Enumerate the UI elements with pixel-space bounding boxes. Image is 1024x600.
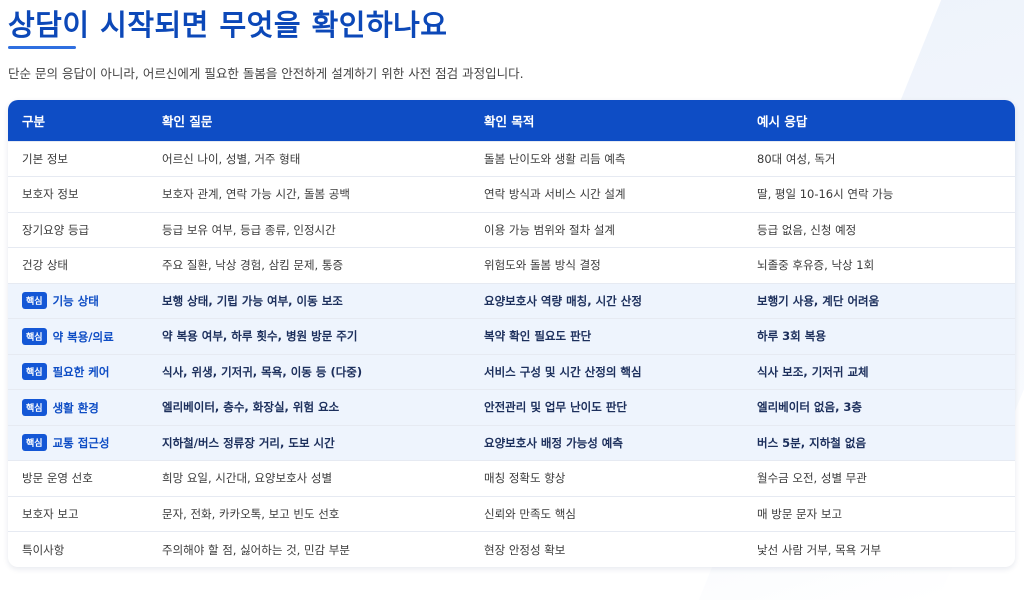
- row-purpose: 위험도와 돌봄 방식 결정: [484, 258, 601, 273]
- page-title: 상담이 시작되면 무엇을 확인하나요: [8, 8, 448, 42]
- row-category-label: 기능 상태: [52, 294, 99, 309]
- row-purpose: 연락 방식과 서비스 시간 설계: [484, 187, 626, 202]
- row-example: 등급 없음, 신청 예정: [757, 222, 857, 237]
- table-row: 보호자 보고 문자, 전화, 카카오톡, 보고 빈도 선호 신뢰와 만족도 핵심 매 …: [8, 496, 1015, 532]
- row-example: 식사 보조, 기저귀 교체: [757, 364, 869, 379]
- row-example: 80대 여성, 독거: [757, 151, 836, 166]
- row-example: 보행기 사용, 계단 어려움: [757, 293, 880, 308]
- row-category-label: 약 복용/의료: [52, 329, 114, 344]
- row-category: 핵심 약 복용/의료: [8, 319, 148, 355]
- table-row: 특이사항 주의해야 할 점, 싫어하는 것, 민감 부분 현장 안정성 확보 낯선 사…: [8, 531, 1015, 568]
- row-question: 등급 보유 여부, 등급 종류, 인정시간: [162, 222, 336, 237]
- row-purpose: 신뢰와 만족도 핵심: [484, 506, 576, 521]
- row-purpose: 요양보호사 배정 가능성 예측: [484, 435, 623, 450]
- row-question: 엘리베이터, 층수, 화장실, 위험 요소: [162, 400, 340, 415]
- row-category: 장기요양 등급: [8, 212, 148, 248]
- row-category-label: 보호자 보고: [22, 506, 79, 521]
- row-example: 뇌졸중 후유증, 낙상 1회: [757, 258, 875, 273]
- row-category-label: 방문 운영 선호: [22, 471, 93, 486]
- row-category: 건강 상태: [8, 248, 148, 284]
- row-question: 주의해야 할 점, 싫어하는 것, 민감 부분: [162, 542, 350, 557]
- row-purpose: 서비스 구성 및 시간 산정의 핵심: [484, 364, 642, 379]
- row-category: 방문 운영 선호: [8, 461, 148, 497]
- header-example: 예시 응답: [757, 113, 808, 129]
- row-question: 약 복용 여부, 하루 횟수, 병원 방문 주기: [162, 329, 358, 344]
- table-row: 장기요양 등급 등급 보유 여부, 등급 종류, 인정시간 이용 가능 범위와 절차…: [8, 212, 1015, 248]
- row-example: 낯선 사람 거부, 목욕 거부: [757, 542, 882, 557]
- row-purpose: 현장 안정성 확보: [484, 542, 566, 557]
- row-question: 주요 질환, 낙상 경험, 삼킴 문제, 통증: [162, 258, 344, 273]
- table-row: 기본 정보 어르신 나이, 성별, 거주 형태 돌봄 난이도와 생활 리듬 예측 80…: [8, 141, 1015, 177]
- table-row: 핵심 교통 접근성 지하철/버스 정류장 거리, 도보 시간 요양보호사 배정 가능성…: [8, 425, 1015, 461]
- row-purpose: 이용 가능 범위와 절차 설계: [484, 222, 616, 237]
- row-category: 핵심 생활 환경: [8, 390, 148, 426]
- row-purpose: 복약 확인 필요도 판단: [484, 329, 592, 344]
- core-badge: 핵심: [22, 434, 47, 452]
- row-question: 어르신 나이, 성별, 거주 형태: [162, 151, 301, 166]
- row-question: 보행 상태, 기립 가능 여부, 이동 보조: [162, 293, 343, 308]
- table-row: 건강 상태 주요 질환, 낙상 경험, 삼킴 문제, 통증 위험도와 돌봄 방식 결…: [8, 247, 1015, 284]
- page-subtitle: 단순 문의 응답이 아니라, 어르신에게 필요한 돌봄을 안전하게 설계하기 위…: [8, 66, 524, 81]
- row-question: 지하철/버스 정류장 거리, 도보 시간: [162, 435, 335, 450]
- core-badge: 핵심: [22, 363, 47, 381]
- row-category-label: 필요한 케어: [52, 365, 110, 380]
- row-purpose: 돌봄 난이도와 생활 리듬 예측: [484, 151, 626, 166]
- table-row: 보호자 정보 보호자 관계, 연락 가능 시간, 돌봄 공백 연락 방식과 서비스 …: [8, 176, 1015, 213]
- row-category-label: 생활 환경: [52, 400, 99, 415]
- row-question: 식사, 위생, 기저귀, 목욕, 이동 등 (다중): [162, 364, 363, 379]
- row-question: 보호자 관계, 연락 가능 시간, 돌봄 공백: [162, 187, 350, 202]
- row-example: 월수금 오전, 성별 무관: [757, 471, 867, 486]
- header-question: 확인 질문: [162, 113, 213, 129]
- row-category: 보호자 보고: [8, 496, 148, 532]
- core-badge: 핵심: [22, 398, 47, 416]
- row-example: 엘리베이터 없음, 3층: [757, 400, 863, 415]
- row-purpose: 매칭 정확도 향상: [484, 471, 566, 486]
- row-category: 핵심 기능 상태: [8, 283, 148, 319]
- row-category: 보호자 정보: [8, 177, 148, 213]
- table-body: 기본 정보 어르신 나이, 성별, 거주 형태 돌봄 난이도와 생활 리듬 예측 80…: [8, 141, 1015, 567]
- row-example: 버스 5분, 지하철 없음: [757, 435, 867, 450]
- core-badge: 핵심: [22, 327, 47, 345]
- row-purpose: 안전관리 및 업무 난이도 판단: [484, 400, 627, 415]
- row-category: 기본 정보: [8, 141, 148, 177]
- table-row: 방문 운영 선호 희망 요일, 시간대, 요양보호사 성별 매칭 정확도 향상 월수금…: [8, 460, 1015, 497]
- row-category-label: 장기요양 등급: [22, 222, 90, 237]
- consultation-checklist-table: 구분 확인 질문 확인 목적 예시 응답 기본 정보 어르신 나이, 성별, 거주…: [8, 100, 1015, 567]
- table-row: 핵심 생활 환경 엘리베이터, 층수, 화장실, 위험 요소 안전관리 및 업무 난이…: [8, 389, 1015, 426]
- row-question: 희망 요일, 시간대, 요양보호사 성별: [162, 471, 333, 486]
- row-category: 핵심 교통 접근성: [8, 425, 148, 461]
- row-example: 하루 3회 복용: [757, 329, 826, 344]
- table-row: 핵심 필요한 케어 식사, 위생, 기저귀, 목욕, 이동 등 (다중) 서비스 구성…: [8, 354, 1015, 390]
- table-row: 핵심 기능 상태 보행 상태, 기립 가능 여부, 이동 보조 요양보호사 역량 매칭…: [8, 283, 1015, 319]
- row-category-label: 보호자 정보: [22, 187, 79, 202]
- row-example: 매 방문 문자 보고: [757, 506, 843, 521]
- title-underline: [8, 46, 76, 49]
- row-category-label: 기본 정보: [22, 151, 68, 166]
- header-purpose: 확인 목적: [484, 113, 535, 129]
- table-header-row: 구분 확인 질문 확인 목적 예시 응답: [8, 100, 1015, 141]
- row-category-label: 특이사항: [22, 542, 65, 557]
- table-row: 핵심 약 복용/의료 약 복용 여부, 하루 횟수, 병원 방문 주기 복약 확인 필…: [8, 318, 1015, 355]
- row-category: 특이사항: [8, 532, 148, 568]
- row-question: 문자, 전화, 카카오톡, 보고 빈도 선호: [162, 506, 340, 521]
- row-category-label: 건강 상태: [22, 258, 68, 273]
- row-example: 딸, 평일 10-16시 연락 가능: [757, 187, 894, 202]
- row-category-label: 교통 접근성: [52, 436, 110, 451]
- row-category: 핵심 필요한 케어: [8, 354, 148, 390]
- row-purpose: 요양보호사 역량 매칭, 시간 산정: [484, 293, 642, 308]
- core-badge: 핵심: [22, 292, 47, 310]
- header-category: 구분: [22, 113, 46, 129]
